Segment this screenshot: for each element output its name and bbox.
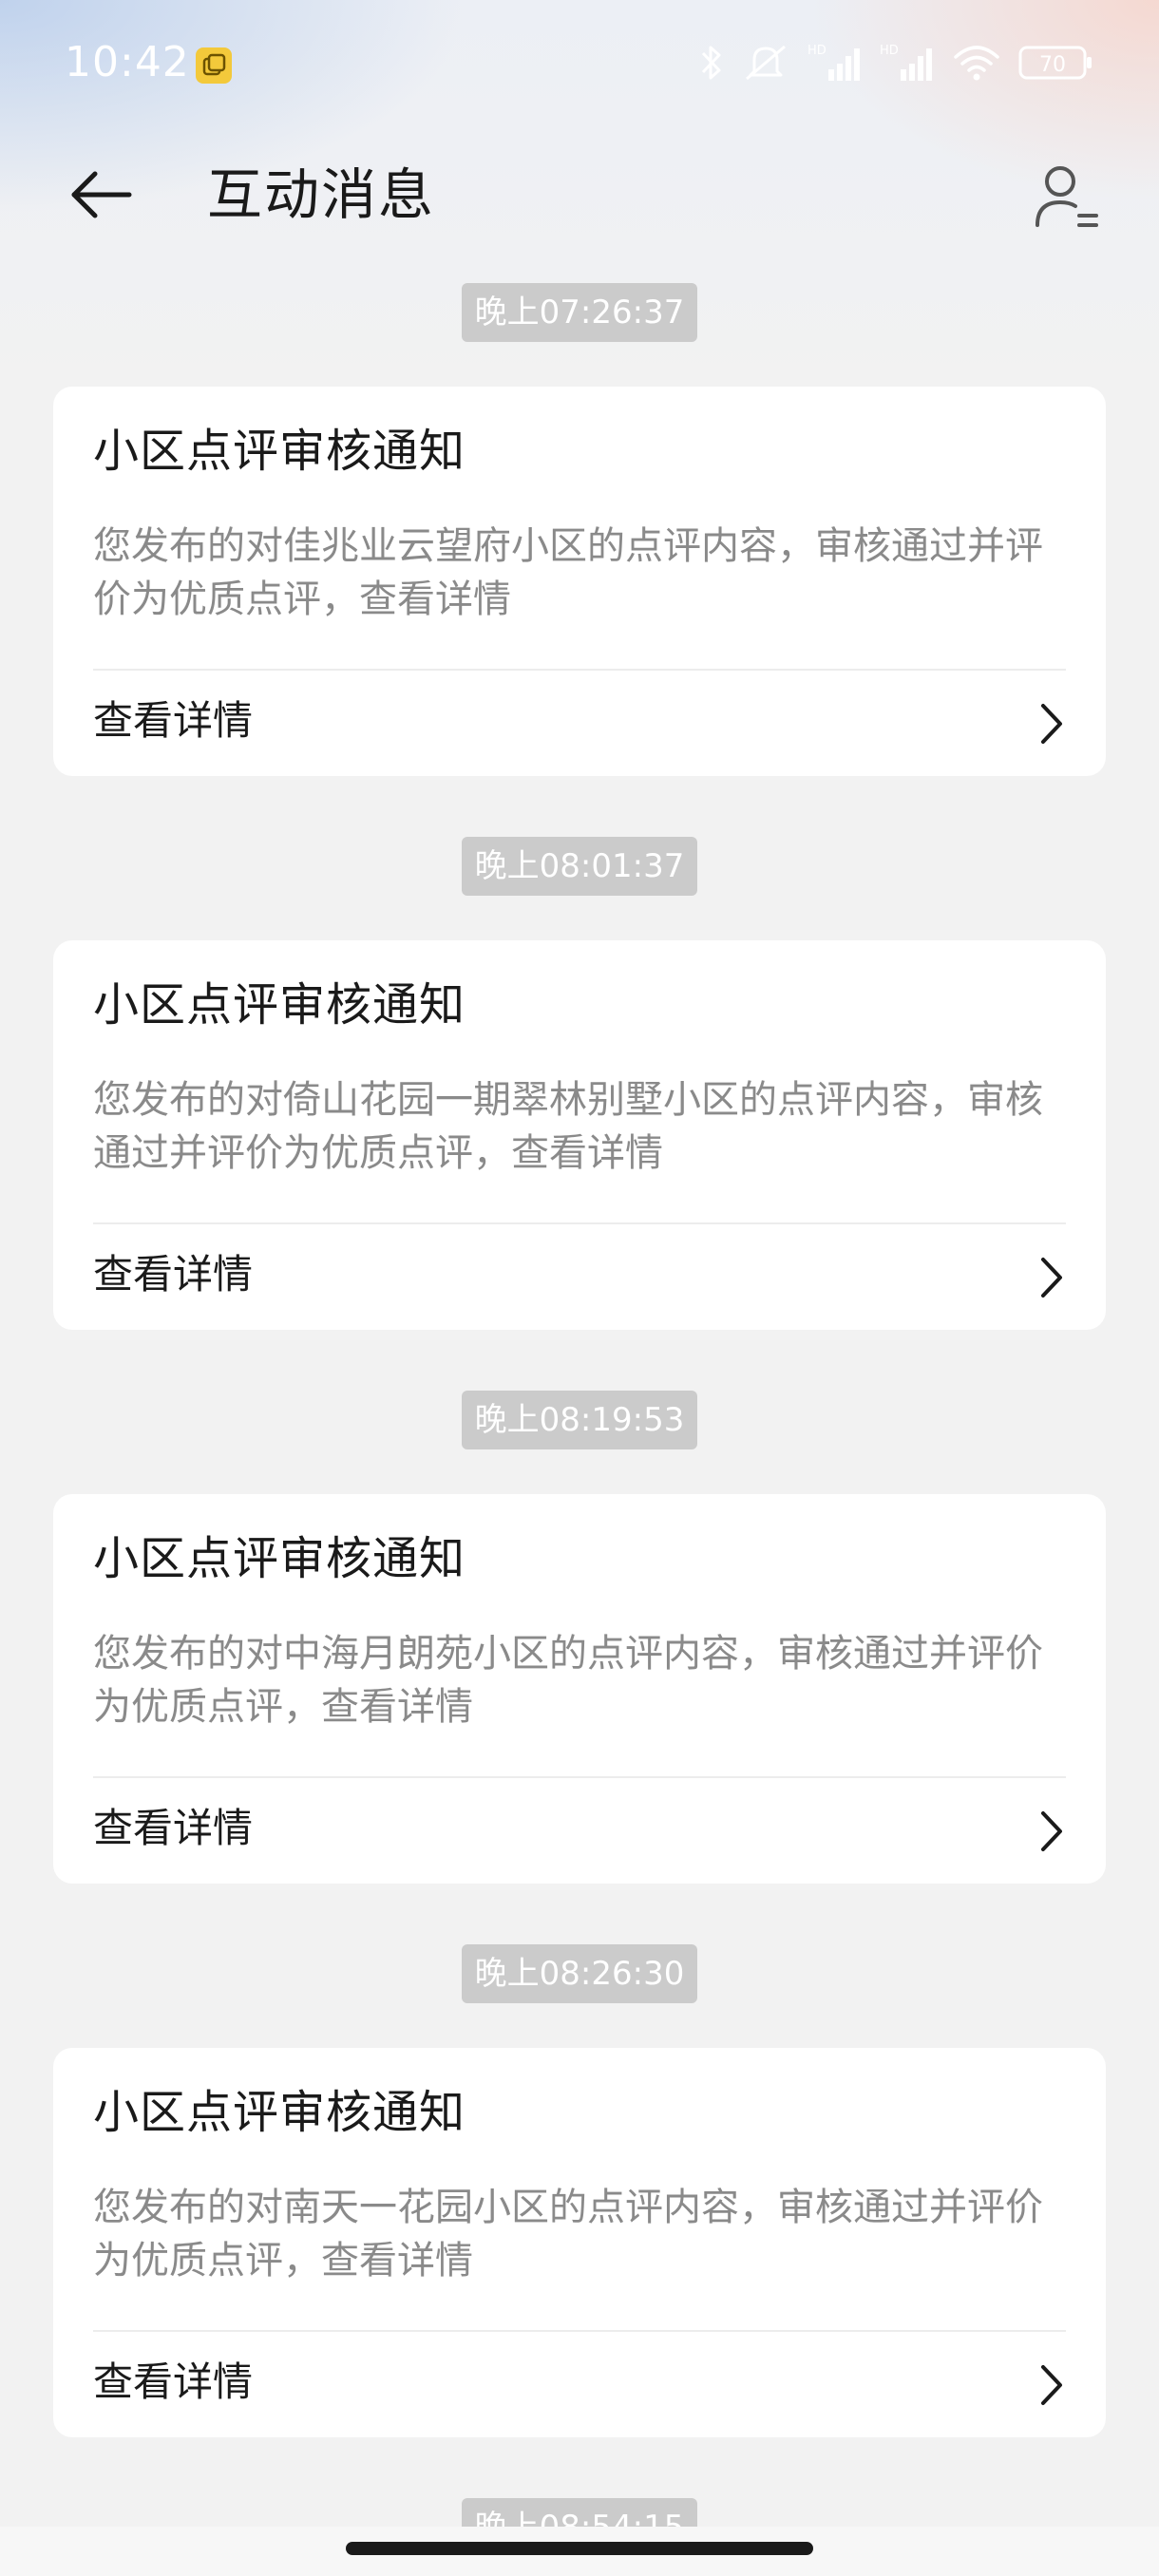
message-card[interactable]: 小区点评审核通知 您发布的对南天一花园小区的点评内容，审核通过并评价为优质点评，…	[53, 2048, 1106, 2437]
message-timestamp: 晚上07:26:37	[461, 283, 698, 342]
message-group: 晚上08:01:37 小区点评审核通知 您发布的对倚山花园一期翠林别墅小区的点评…	[0, 829, 1159, 1383]
card-body: 您发布的对中海月朗苑小区的点评内容，审核通过并评价为优质点评，查看详情	[93, 1632, 1043, 1729]
card-title: 小区点评审核通知	[93, 1532, 466, 1585]
message-card[interactable]: 小区点评审核通知 您发布的对中海月朗苑小区的点评内容，审核通过并评价为优质点评，…	[53, 1494, 1106, 1884]
view-details-row[interactable]: 查看详情	[53, 1779, 1106, 1884]
view-details-label: 查看详情	[93, 2358, 254, 2405]
notification-app-icon	[196, 47, 232, 84]
home-indicator[interactable]	[346, 2542, 813, 2555]
message-timestamp: 晚上08:26:30	[461, 1944, 698, 2003]
view-details-label: 查看详情	[93, 1251, 254, 1297]
message-group: 晚上08:19:53 小区点评审核通知 您发布的对中海月朗苑小区的点评内容，审核…	[0, 1383, 1159, 1937]
user-list-icon	[1036, 166, 1098, 227]
battery-level: 70	[1039, 53, 1066, 77]
app-header: 互动消息	[0, 142, 1159, 247]
chevron-right-icon	[1041, 704, 1062, 744]
timestamp-row: 晚上08:26:30	[0, 1944, 1159, 2003]
card-body: 您发布的对佳兆业云望府小区的点评内容，审核通过并评价为优质点评，查看详情	[93, 524, 1043, 621]
card-divider	[93, 1776, 1066, 1778]
wifi-icon	[954, 46, 999, 81]
timestamp-row: 晚上08:19:53	[0, 1391, 1159, 1449]
signal-2-icon: HD	[880, 44, 932, 81]
chevron-right-icon	[1041, 1811, 1062, 1851]
back-arrow-icon	[71, 171, 132, 218]
battery-icon: 70	[1018, 46, 1092, 80]
view-details-label: 查看详情	[93, 697, 254, 744]
message-list: 晚上07:26:37 小区点评审核通知 您发布的对佳兆业云望府小区的点评内容，审…	[0, 275, 1159, 2491]
message-timestamp: 晚上08:01:37	[461, 837, 698, 896]
message-timestamp: 晚上08:19:53	[461, 1391, 698, 1449]
view-details-row[interactable]: 查看详情	[53, 2333, 1106, 2437]
card-title: 小区点评审核通知	[93, 2086, 466, 2139]
view-details-label: 查看详情	[93, 1805, 254, 1851]
card-title: 小区点评审核通知	[93, 425, 466, 478]
status-icons: HD HD 70	[699, 38, 1094, 87]
message-group: 晚上07:26:37 小区点评审核通知 您发布的对佳兆业云望府小区的点评内容，审…	[0, 275, 1159, 829]
status-time: 10:42	[65, 38, 190, 86]
page-title: 互动消息	[207, 162, 436, 227]
timestamp-row: 晚上07:26:37	[0, 283, 1159, 342]
card-divider	[93, 1222, 1066, 1224]
back-button[interactable]	[59, 161, 144, 228]
user-settings-button[interactable]	[1028, 158, 1104, 234]
mute-icon	[746, 45, 786, 81]
message-card[interactable]: 小区点评审核通知 您发布的对佳兆业云望府小区的点评内容，审核通过并评价为优质点评…	[53, 387, 1106, 776]
signal-1-icon: HD	[808, 44, 860, 81]
message-card[interactable]: 小区点评审核通知 您发布的对倚山花园一期翠林别墅小区的点评内容，审核通过并评价为…	[53, 940, 1106, 1330]
network-label-2: HD	[880, 44, 899, 58]
chevron-right-icon	[1041, 2365, 1062, 2405]
timestamp-row: 晚上08:01:37	[0, 837, 1159, 896]
message-group: 晚上08:26:30 小区点评审核通知 您发布的对南天一花园小区的点评内容，审核…	[0, 1937, 1159, 2491]
view-details-row[interactable]: 查看详情	[53, 672, 1106, 776]
card-body: 您发布的对南天一花园小区的点评内容，审核通过并评价为优质点评，查看详情	[93, 2186, 1043, 2282]
card-divider	[93, 669, 1066, 671]
bluetooth-icon	[701, 46, 721, 80]
card-title: 小区点评审核通知	[93, 978, 466, 1032]
chevron-right-icon	[1041, 1258, 1062, 1297]
card-body: 您发布的对倚山花园一期翠林别墅小区的点评内容，审核通过并评价为优质点评，查看详情	[93, 1078, 1043, 1175]
network-label-1: HD	[808, 44, 826, 58]
card-divider	[93, 2330, 1066, 2332]
status-bar: 10:42 HD HD 70	[0, 0, 1159, 123]
view-details-row[interactable]: 查看详情	[53, 1225, 1106, 1330]
